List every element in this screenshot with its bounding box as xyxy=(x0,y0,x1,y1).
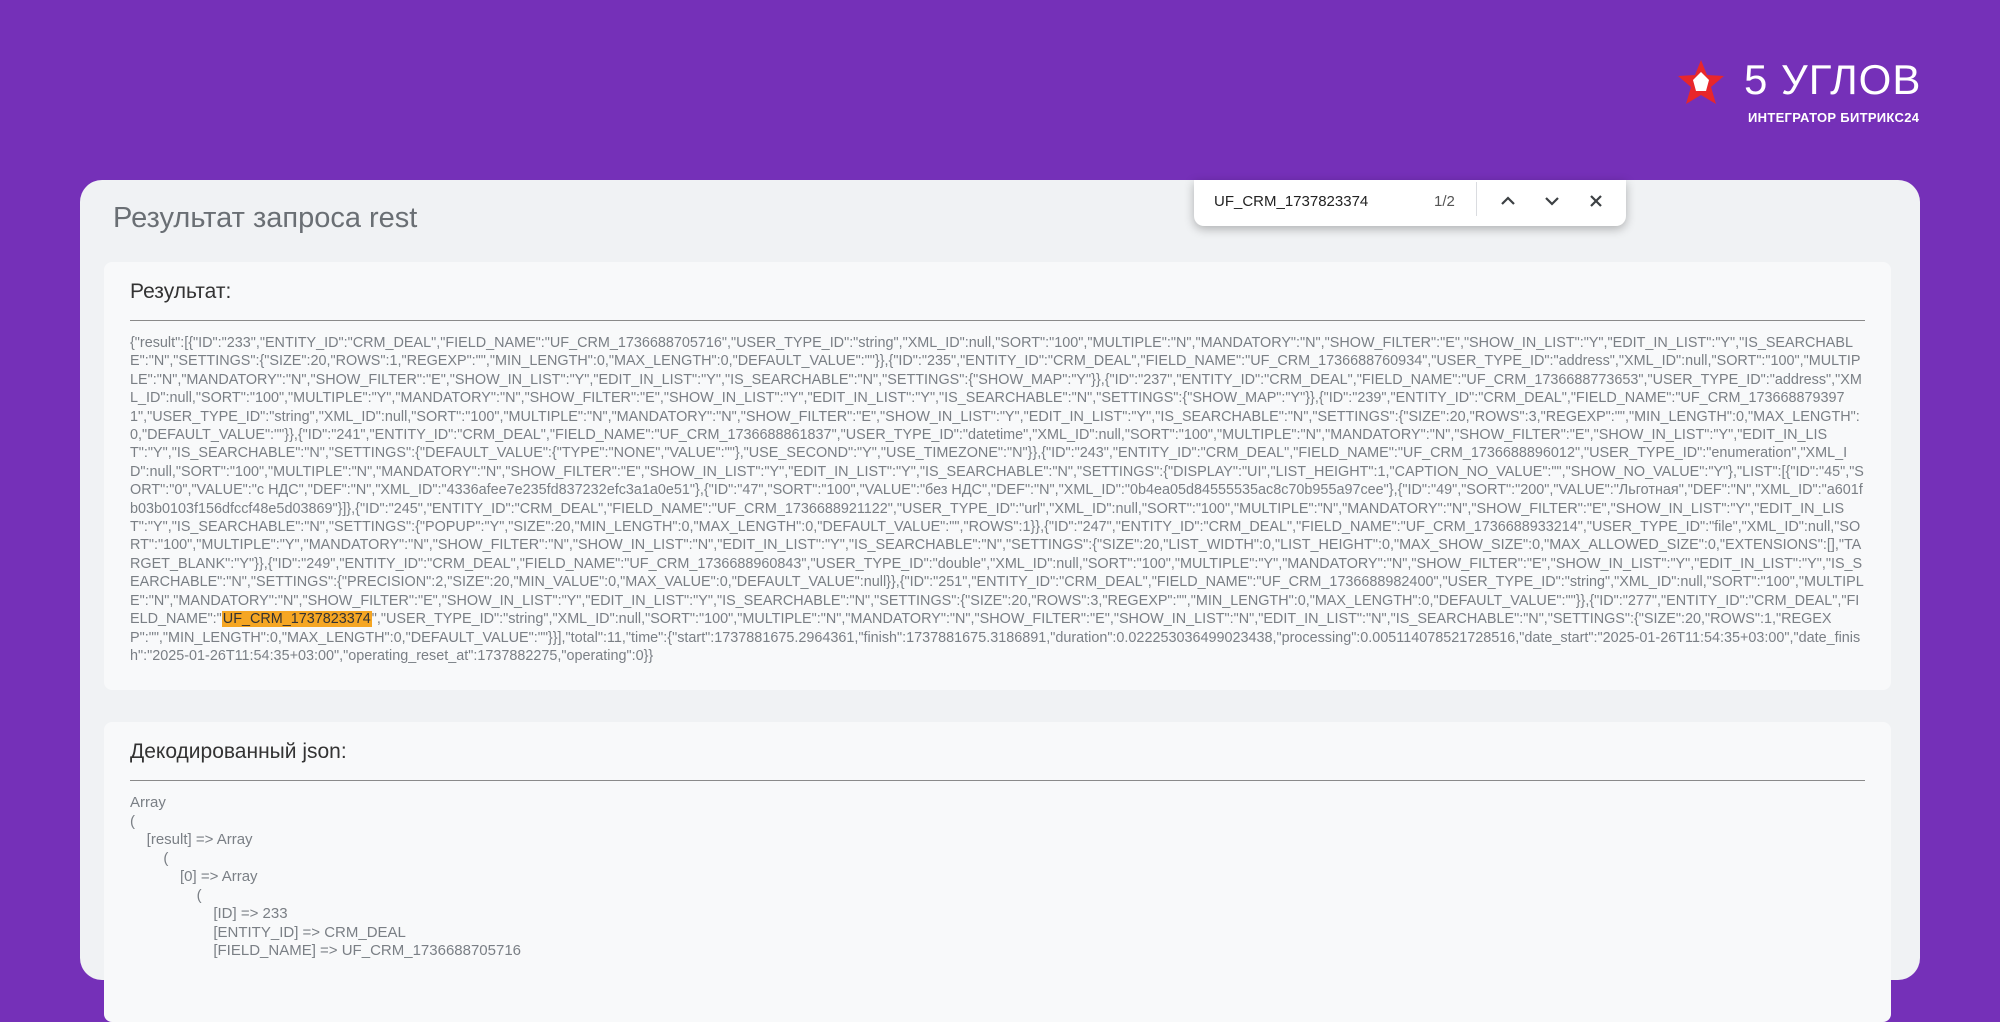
find-match-count: 1/2 xyxy=(1434,193,1455,210)
divider xyxy=(1476,182,1477,216)
page-title: Результат запроса rest xyxy=(113,202,418,234)
tree-line: [FIELD_NAME] => UF_CRM_1736688705716 xyxy=(130,942,522,959)
chevron-down-icon xyxy=(1545,197,1559,206)
result-heading: Результат: xyxy=(130,280,232,303)
red-star-icon xyxy=(1678,60,1724,104)
find-in-page-bar: UF_CRM_1737823374 1/2 xyxy=(1194,180,1626,226)
divider xyxy=(130,780,1865,781)
close-icon xyxy=(1590,195,1602,207)
brand-logo: 5 УГЛОВ ИНТЕГРАТОР БИТРИКС24 xyxy=(1676,56,1922,128)
tree-line: [0] => Array xyxy=(130,868,258,885)
tree-line: [ENTITY_ID] => CRM_DEAL xyxy=(130,923,406,941)
page-card: Результат запроса rest Результат: {"resu… xyxy=(80,180,1920,1022)
find-close-button[interactable] xyxy=(1580,185,1612,217)
brand-name: 5 УГЛОВ xyxy=(1744,56,1922,103)
find-prev-button[interactable] xyxy=(1492,185,1524,217)
raw-json-after: ","USER_TYPE_ID":"string","XML_ID":null,… xyxy=(130,611,1861,664)
decoded-panel: Декодированный json: Array ( [result] =>… xyxy=(104,722,1891,1022)
find-input[interactable]: UF_CRM_1737823374 xyxy=(1214,193,1368,210)
chevron-up-icon xyxy=(1501,196,1515,205)
divider xyxy=(130,320,1865,321)
tree-line: Array xyxy=(130,794,166,811)
tree-line: [ID] => 233 xyxy=(130,905,288,922)
decoded-heading: Декодированный json: xyxy=(130,740,347,763)
decoded-tree: Array ( [result] => Array ( [0] => Array… xyxy=(130,794,521,961)
tree-line: ( xyxy=(130,812,135,830)
find-next-button[interactable] xyxy=(1536,185,1568,217)
raw-json-before: {"result":[{"ID":"233","ENTITY_ID":"CRM_… xyxy=(130,335,1864,628)
result-panel: Результат: {"result":[{"ID":"233","ENTIT… xyxy=(104,262,1891,690)
search-match-highlight: UF_CRM_1737823374 xyxy=(221,611,372,628)
tree-line: ( xyxy=(130,886,202,904)
brand-tagline: ИНТЕГРАТОР БИТРИКС24 xyxy=(1748,110,1920,125)
tree-line: [result] => Array xyxy=(130,831,253,848)
tree-line: ( xyxy=(130,849,169,867)
raw-json-text: {"result":[{"ID":"233","ENTITY_ID":"CRM_… xyxy=(130,334,1865,665)
